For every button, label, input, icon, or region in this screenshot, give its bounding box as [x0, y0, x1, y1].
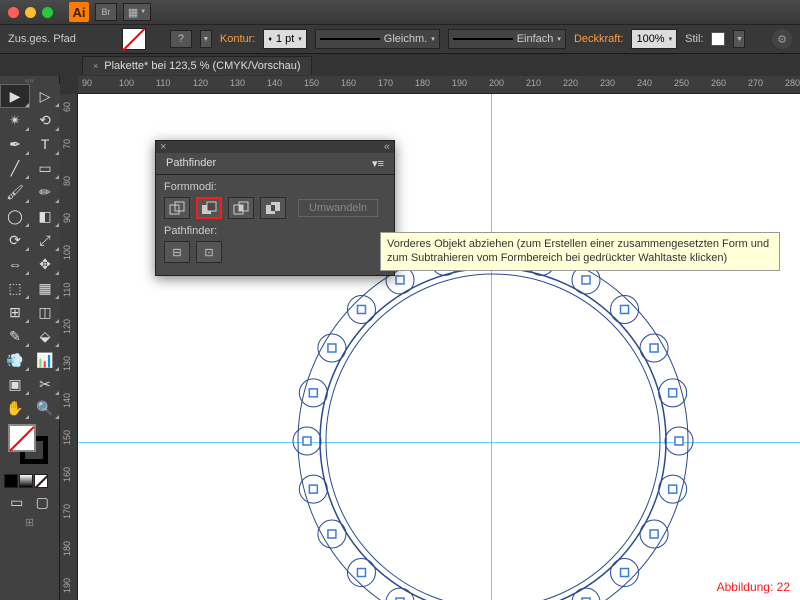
style-swatch[interactable] [711, 32, 725, 46]
panel-menu-button[interactable]: ⚙ [772, 29, 792, 49]
fill-swatch[interactable] [122, 28, 146, 50]
rotate-tool[interactable]: ⟳ [0, 228, 30, 252]
maximize-window-button[interactable] [42, 7, 53, 18]
object-type-label: Zus.ges. Pfad [8, 33, 76, 45]
mesh-tool[interactable]: ⊞ [0, 300, 30, 324]
blend-tool[interactable]: ⬙ [30, 324, 60, 348]
toolbox: «« ▶ ▷ ✴ ⟲ ✒ T ╱ ▭ 🖌 ✏ ◯ ◧ ⟳ ⤢ ⇔ ✥ ⬚ ▦ ⊞… [0, 76, 60, 600]
slice-tool[interactable]: ✂ [30, 372, 60, 396]
document-tab-bar: × Plakette* bei 123,5 % (CMYK/Vorschau) [0, 54, 800, 76]
tooltip: Vorderes Objekt abziehen (zum Erstellen … [380, 232, 780, 271]
arrange-docs-button[interactable]: ▦▼ [123, 3, 151, 21]
divide-button[interactable]: ⊟ [164, 241, 190, 263]
gradient-tool[interactable]: ◫ [30, 300, 60, 324]
shape-builder-tool[interactable]: ⬚ [0, 276, 30, 300]
collapse-panel-icon[interactable]: « [384, 141, 390, 153]
ruler-horizontal[interactable]: 9010011012013014015016017018019020021022… [78, 76, 800, 94]
paintbrush-tool[interactable]: 🖌 [0, 180, 30, 204]
minus-front-button[interactable] [196, 197, 222, 219]
chevron-down-icon: ▾ [669, 35, 673, 43]
screen-mode-normal[interactable]: ▭ [4, 492, 30, 512]
help-icon: ? [178, 33, 184, 45]
magic-wand-tool[interactable]: ✴ [0, 108, 30, 132]
blob-brush-tool[interactable]: ◯ [0, 204, 30, 228]
color-mode-button[interactable] [4, 474, 18, 488]
pathfinder-panel[interactable]: × « Pathfinder ▾≡ Formmodi: Umwandeln Pa… [155, 140, 395, 276]
exclude-button[interactable] [260, 197, 286, 219]
opacity-input[interactable]: 100%▾ [631, 29, 677, 49]
opacity-label[interactable]: Deckkraft: [574, 33, 624, 45]
kontur-label[interactable]: Kontur: [220, 33, 255, 45]
app-logo: Ai [69, 2, 89, 22]
eraser-tool[interactable]: ◧ [30, 204, 60, 228]
swatch-dropdown[interactable]: ▼ [200, 30, 212, 48]
scale-tool[interactable]: ⤢ [30, 228, 60, 252]
brush-definition[interactable]: Einfach▾ [448, 29, 566, 49]
artwork-seal[interactable] [288, 224, 708, 600]
chevron-down-icon: ▾ [431, 35, 435, 43]
line-preview-icon [320, 38, 380, 40]
hand-tool[interactable]: ✋ [0, 396, 30, 420]
chevron-down-icon: ▾ [298, 35, 302, 43]
canvas-area: 9010011012013014015016017018019020021022… [60, 76, 800, 600]
artboard-tool[interactable]: ▣ [0, 372, 30, 396]
eyedropper-tool[interactable]: ✎ [0, 324, 30, 348]
variable-width-profile[interactable]: Gleichm.▾ [315, 29, 440, 49]
pen-tool[interactable]: ✒ [0, 132, 30, 156]
pathfinder-ops-label: Pathfinder: [164, 225, 386, 237]
grid-icon: ▦ [128, 6, 138, 19]
style-label: Stil: [685, 33, 703, 45]
fill-stroke-control[interactable] [0, 420, 59, 474]
fill-color-box[interactable] [8, 424, 36, 452]
edit-toolbar-button[interactable]: ⊞ [0, 512, 59, 533]
close-tab-icon[interactable]: × [93, 61, 98, 71]
document-title: Plakette* bei 123,5 % (CMYK/Vorschau) [104, 60, 300, 72]
stroke-weight-input[interactable]: ♦1 pt▾ [263, 29, 306, 49]
window-titlebar: Ai Br ▦▼ [0, 0, 800, 24]
direct-selection-tool[interactable]: ▷ [30, 84, 60, 108]
control-bar: Zus.ges. Pfad ? ▼ Kontur: ♦1 pt▾ Gleichm… [0, 24, 800, 54]
panel-tab[interactable]: Pathfinder ▾≡ [156, 153, 394, 175]
workspace: «« ▶ ▷ ✴ ⟲ ✒ T ╱ ▭ 🖌 ✏ ◯ ◧ ⟳ ⤢ ⇔ ✥ ⬚ ▦ ⊞… [0, 76, 800, 600]
chevron-down-icon: ▾ [557, 35, 561, 43]
trim-button[interactable]: ⊡ [196, 241, 222, 263]
zoom-tool[interactable]: 🔍 [30, 396, 60, 420]
minimize-window-button[interactable] [25, 7, 36, 18]
width-tool[interactable]: ⇔ [0, 252, 30, 276]
bridge-button[interactable]: Br [95, 3, 117, 21]
rectangle-tool[interactable]: ▭ [30, 156, 60, 180]
line-tool[interactable]: ╱ [0, 156, 30, 180]
color-mode-row [0, 474, 59, 488]
figure-caption: Abbildung: 22 [717, 580, 790, 594]
expand-button[interactable]: Umwandeln [298, 199, 378, 217]
symbol-sprayer-tool[interactable]: 💨 [0, 348, 30, 372]
line-preview-icon [453, 38, 513, 40]
intersect-button[interactable] [228, 197, 254, 219]
chevron-down-icon: ▼ [140, 9, 146, 15]
selection-tool[interactable]: ▶ [0, 84, 30, 108]
none-mode-button[interactable] [34, 474, 48, 488]
style-dropdown[interactable]: ▼ [733, 30, 745, 48]
perspective-tool[interactable]: ▦ [30, 276, 60, 300]
ruler-vertical[interactable]: 60708090100110120130140150160170180190 [60, 94, 78, 600]
gear-icon: ⚙ [777, 33, 787, 46]
gradient-mode-button[interactable] [19, 474, 33, 488]
shape-modes-label: Formmodi: [164, 181, 386, 193]
graph-tool[interactable]: 📊 [30, 348, 60, 372]
document-tab[interactable]: × Plakette* bei 123,5 % (CMYK/Vorschau) [82, 56, 312, 75]
screen-mode-full[interactable]: ▢ [30, 492, 56, 512]
stroke-swatch[interactable]: ? [170, 30, 192, 48]
type-tool[interactable]: T [30, 132, 60, 156]
close-window-button[interactable] [8, 7, 19, 18]
panel-menu-icon[interactable]: ▾≡ [372, 157, 384, 170]
lasso-tool[interactable]: ⟲ [30, 108, 60, 132]
close-panel-icon[interactable]: × [160, 141, 166, 153]
panel-drag-bar[interactable]: × « [156, 141, 394, 153]
unite-button[interactable] [164, 197, 190, 219]
pencil-tool[interactable]: ✏ [30, 180, 60, 204]
free-transform-tool[interactable]: ✥ [30, 252, 60, 276]
